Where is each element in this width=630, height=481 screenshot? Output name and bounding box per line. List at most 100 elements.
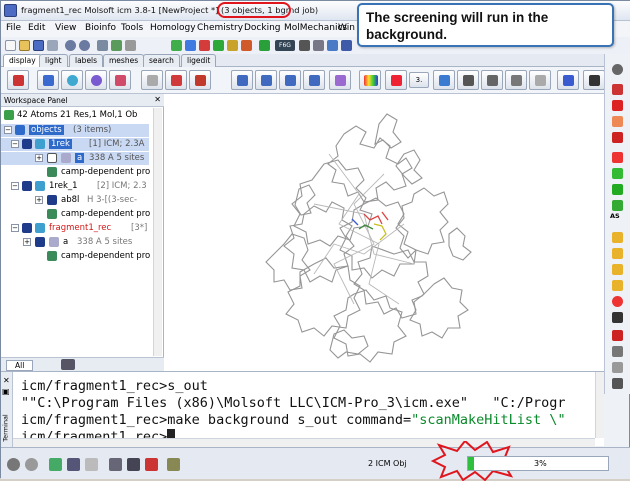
graph-icon[interactable] bbox=[313, 40, 324, 51]
undo-icon[interactable] bbox=[65, 40, 76, 51]
display-toggle-icon[interactable] bbox=[35, 181, 45, 191]
display-toggle-icon[interactable] bbox=[35, 139, 45, 149]
color-by-button[interactable] bbox=[385, 70, 407, 90]
label-b-button[interactable] bbox=[255, 70, 277, 90]
save-view-button[interactable] bbox=[583, 70, 605, 90]
select-plus-icon[interactable] bbox=[213, 40, 224, 51]
menu-homology[interactable]: Homology bbox=[150, 23, 196, 33]
ribbon-button[interactable] bbox=[141, 70, 163, 90]
workspace-toggle-icon[interactable] bbox=[49, 458, 62, 471]
wire-button[interactable] bbox=[37, 70, 59, 90]
menu-docking[interactable]: Docking bbox=[244, 23, 281, 33]
select-ligand-icon[interactable] bbox=[259, 40, 270, 51]
molecule-tab-icon[interactable] bbox=[61, 359, 75, 370]
tree-row-1rek[interactable]: − 1rek [1] ICM; 2.3A bbox=[1, 138, 149, 151]
select-atom-icon[interactable] bbox=[185, 40, 196, 51]
label-d-button[interactable] bbox=[303, 70, 325, 90]
collapse-toggle[interactable]: − bbox=[11, 182, 19, 190]
tab-ligedit[interactable]: ligedit bbox=[181, 54, 217, 67]
depth-icon[interactable] bbox=[612, 280, 623, 291]
xstick-button[interactable] bbox=[109, 70, 131, 90]
tree-row-objects[interactable]: − objects (3 items) bbox=[1, 124, 149, 137]
skin-button[interactable] bbox=[189, 70, 211, 90]
grid-icon[interactable] bbox=[327, 40, 338, 51]
stop-icon[interactable] bbox=[7, 458, 20, 471]
menu-windows[interactable]: Win bbox=[338, 23, 355, 33]
measure-button[interactable] bbox=[457, 70, 479, 90]
pause-icon[interactable] bbox=[25, 458, 38, 471]
menu-chemistry[interactable]: Chemistry bbox=[197, 23, 243, 33]
close-icon[interactable]: ✕ bbox=[3, 376, 10, 385]
info-button[interactable] bbox=[557, 70, 579, 90]
menu-edit[interactable]: Edit bbox=[28, 23, 45, 33]
tools-icon[interactable] bbox=[167, 458, 180, 471]
hand-icon[interactable] bbox=[612, 378, 623, 389]
label-c-button[interactable] bbox=[279, 70, 301, 90]
print-icon[interactable] bbox=[47, 40, 58, 51]
open-folder-icon[interactable] bbox=[19, 40, 30, 51]
table-view-icon[interactable] bbox=[67, 458, 80, 471]
checkbox-icon[interactable] bbox=[47, 153, 57, 163]
light-icon[interactable] bbox=[612, 232, 623, 243]
table-icon[interactable] bbox=[97, 40, 108, 51]
center-icon[interactable] bbox=[612, 132, 623, 143]
tab-meshes[interactable]: meshes bbox=[103, 54, 145, 67]
cpk-button[interactable] bbox=[85, 70, 107, 90]
record-icon[interactable] bbox=[612, 296, 623, 307]
expand-toggle[interactable]: + bbox=[35, 154, 43, 162]
window-icon[interactable] bbox=[341, 40, 352, 51]
select-all-icon[interactable] bbox=[241, 40, 252, 51]
molecule-icon[interactable] bbox=[111, 40, 122, 51]
menu-file[interactable]: File bbox=[6, 23, 21, 33]
zoom-icon[interactable] bbox=[612, 116, 623, 127]
select-residue-icon[interactable] bbox=[171, 40, 182, 51]
expand-toggle[interactable]: + bbox=[23, 238, 31, 246]
tree-row-chain-a[interactable]: + a 338 A 5 sites bbox=[1, 152, 149, 165]
menu-view[interactable]: View bbox=[55, 23, 76, 33]
star-icon[interactable] bbox=[612, 362, 623, 373]
menu-tools[interactable]: Tools bbox=[121, 23, 143, 33]
ball-button[interactable] bbox=[61, 70, 83, 90]
axis-icon[interactable] bbox=[612, 346, 623, 357]
select-tool-icon[interactable] bbox=[612, 84, 623, 95]
collapse-toggle[interactable]: − bbox=[11, 140, 19, 148]
molecular-viewer[interactable] bbox=[164, 94, 604, 371]
terminal-scrollbar[interactable] bbox=[595, 372, 604, 438]
marker-icon[interactable] bbox=[612, 330, 623, 341]
terminal-panel[interactable]: ✕ ▣ Terminal icm/fragment1_rec>s_out ""C… bbox=[1, 371, 604, 447]
fg-icon[interactable]: F6G bbox=[275, 40, 295, 51]
select-chain-icon[interactable] bbox=[227, 40, 238, 51]
collapse-toggle[interactable]: − bbox=[11, 224, 19, 232]
save-icon[interactable] bbox=[33, 40, 44, 51]
translate-icon[interactable] bbox=[612, 100, 623, 111]
settings-icon[interactable] bbox=[109, 458, 122, 471]
angle-button[interactable] bbox=[481, 70, 503, 90]
residue-label-button[interactable] bbox=[329, 70, 351, 90]
display-toggle-icon[interactable] bbox=[35, 223, 45, 233]
close-icon[interactable]: ✕ bbox=[154, 95, 161, 104]
perspective-icon[interactable] bbox=[612, 264, 623, 275]
tab-all[interactable]: All bbox=[6, 360, 34, 371]
workspace-scrollbar[interactable] bbox=[153, 108, 162, 356]
float-icon[interactable]: ▣ bbox=[2, 387, 10, 396]
panel-icon[interactable] bbox=[85, 458, 98, 471]
slab-icon[interactable] bbox=[299, 40, 310, 51]
spin-box[interactable]: 3. bbox=[409, 72, 429, 88]
tab-display[interactable]: display bbox=[3, 54, 42, 67]
surface-button[interactable] bbox=[165, 70, 187, 90]
tab-search[interactable]: search bbox=[143, 54, 180, 67]
rotate-icon[interactable] bbox=[612, 64, 623, 75]
label-a-button[interactable] bbox=[231, 70, 253, 90]
record-movie-icon[interactable] bbox=[145, 458, 158, 471]
tab-labels[interactable]: labels bbox=[69, 54, 104, 67]
grid-view-icon[interactable] bbox=[612, 200, 623, 211]
r-icon[interactable] bbox=[199, 40, 210, 51]
menu-bioinfo[interactable]: Bioinfo bbox=[85, 23, 116, 33]
lock-icon[interactable] bbox=[612, 312, 623, 323]
camera-icon[interactable] bbox=[127, 458, 140, 471]
expand-toggle[interactable]: + bbox=[35, 196, 43, 204]
torsion-button[interactable] bbox=[505, 70, 527, 90]
copy-icon[interactable] bbox=[125, 40, 136, 51]
color-button[interactable] bbox=[359, 70, 381, 90]
redo-icon[interactable] bbox=[79, 40, 90, 51]
